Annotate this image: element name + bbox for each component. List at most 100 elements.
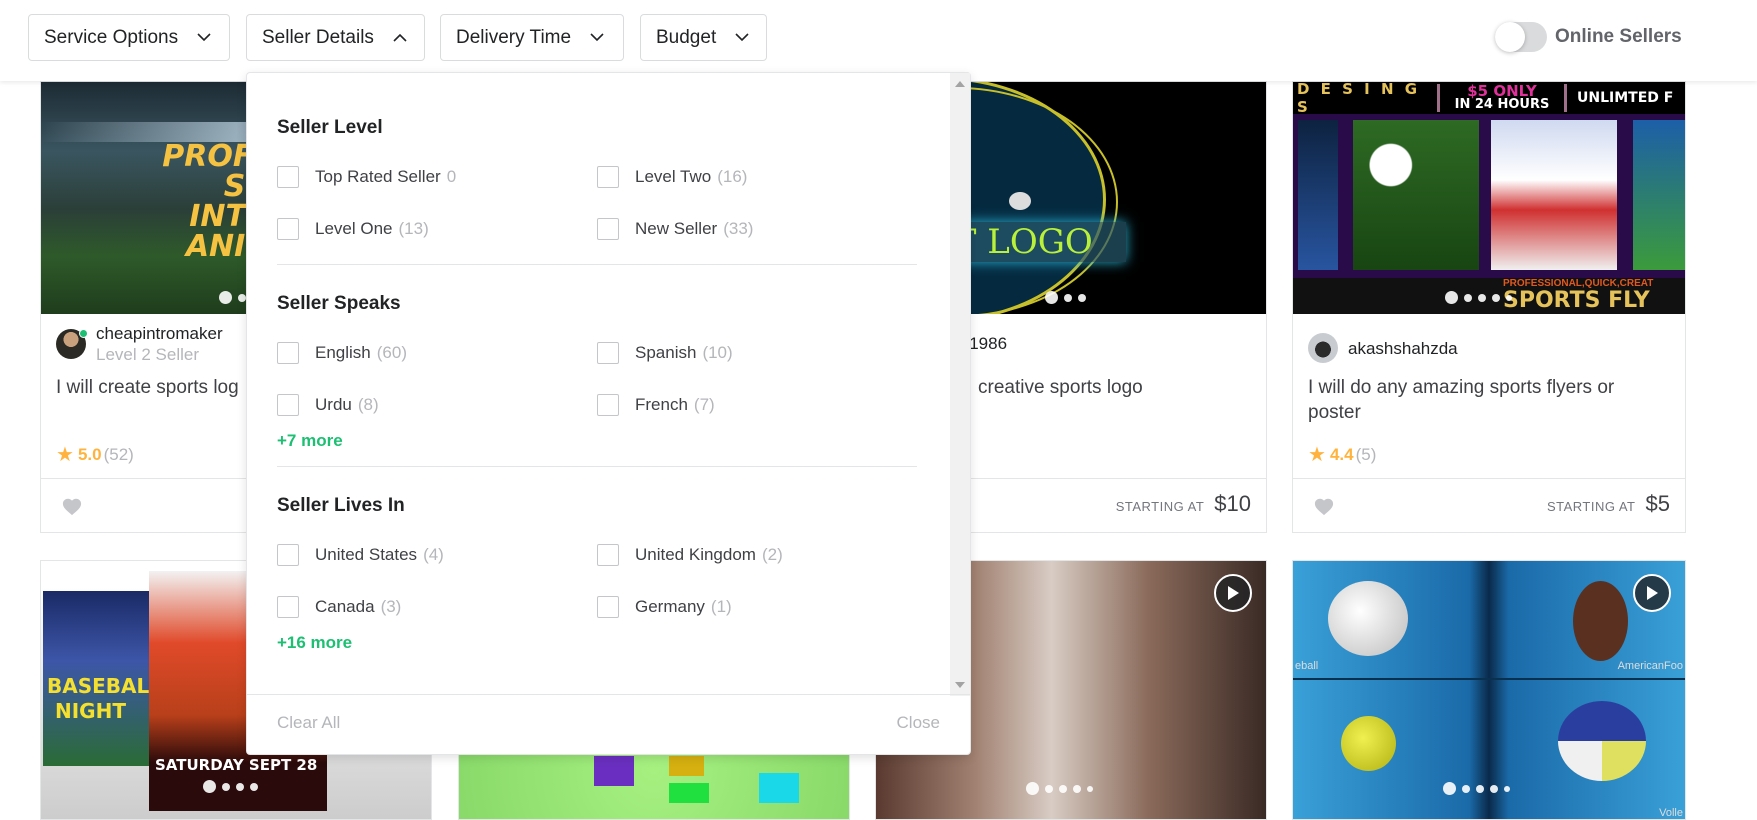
option-top-rated-seller[interactable]: Top Rated Seller 0 xyxy=(277,166,456,188)
chevron-down-icon xyxy=(589,30,605,46)
carousel-dot[interactable] xyxy=(1506,294,1512,301)
carousel-dots[interactable] xyxy=(1026,782,1093,795)
carousel-dot[interactable] xyxy=(1462,784,1470,793)
checkbox[interactable] xyxy=(597,342,619,364)
carousel-dots[interactable] xyxy=(203,780,258,793)
seller-name[interactable]: akashshahzda xyxy=(1348,338,1458,359)
option-english[interactable]: English (60) xyxy=(277,342,407,364)
carousel-dot[interactable] xyxy=(1087,785,1093,792)
gig-title[interactable]: I will do any amazing sports flyers or p… xyxy=(1308,375,1670,425)
option-urdu[interactable]: Urdu (8) xyxy=(277,394,379,416)
gig-title[interactable]: creative sports logo xyxy=(978,375,1251,400)
carousel-dot[interactable] xyxy=(1064,293,1072,302)
clear-all-button[interactable]: Clear All xyxy=(277,713,340,733)
more-languages-link[interactable]: +7 more xyxy=(277,431,343,451)
delivery-time-filter-button[interactable]: Delivery Time xyxy=(440,14,624,61)
carousel-dot[interactable] xyxy=(1045,784,1053,793)
tennis-ball xyxy=(1341,716,1396,771)
more-countries-link[interactable]: +16 more xyxy=(277,633,352,653)
carousel-dot[interactable] xyxy=(238,293,246,302)
carousel-dot[interactable] xyxy=(1476,784,1484,793)
carousel-dot[interactable] xyxy=(222,782,230,791)
thumb-text: $5 ONLY xyxy=(1467,82,1537,100)
option-united-kingdom[interactable]: United Kingdom (2) xyxy=(597,544,783,566)
carousel-dot[interactable] xyxy=(236,782,244,791)
carousel-dot[interactable] xyxy=(1059,784,1067,793)
option-count: (8) xyxy=(357,395,379,414)
price-amount: $10 xyxy=(1214,491,1251,516)
avatar[interactable] xyxy=(1308,333,1338,363)
checkbox[interactable] xyxy=(277,218,299,240)
online-sellers-toggle-group: Online Sellers xyxy=(1495,22,1682,52)
online-sellers-toggle[interactable] xyxy=(1495,22,1547,52)
carousel-dot[interactable] xyxy=(1492,293,1500,302)
gig-thumbnail[interactable]: D E S I N G S $5 ONLY IN 24 HOURS UNLIMT… xyxy=(1293,82,1685,314)
carousel-dot[interactable] xyxy=(1504,785,1510,792)
checkbox[interactable] xyxy=(597,544,619,566)
checkbox[interactable] xyxy=(597,394,619,416)
thumb-text: BASEBALL xyxy=(47,674,162,698)
close-button[interactable]: Close xyxy=(897,713,940,733)
option-level-two[interactable]: Level Two (16) xyxy=(597,166,747,188)
option-french[interactable]: French (7) xyxy=(597,394,715,416)
option-united-states[interactable]: United States (4) xyxy=(277,544,444,566)
heart-icon[interactable] xyxy=(1313,496,1335,516)
section-divider xyxy=(277,264,917,265)
carousel-dot[interactable] xyxy=(219,291,232,304)
carousel-dot[interactable] xyxy=(1045,291,1058,304)
checkbox[interactable] xyxy=(277,544,299,566)
carousel-dots[interactable] xyxy=(1443,782,1510,795)
carousel-dot[interactable] xyxy=(1445,291,1458,304)
checkbox[interactable] xyxy=(277,342,299,364)
dropdown-scroll-area[interactable]: Seller Level Top Rated Seller 0 Level Tw… xyxy=(247,73,970,696)
scroll-up-arrow-icon[interactable] xyxy=(955,81,965,87)
checkbox[interactable] xyxy=(277,394,299,416)
checkbox[interactable] xyxy=(277,166,299,188)
checkbox[interactable] xyxy=(277,596,299,618)
carousel-dots[interactable] xyxy=(1045,291,1086,304)
rating-score: 4.4 xyxy=(1329,444,1354,464)
carousel-dot[interactable] xyxy=(1443,782,1456,795)
option-label: Top Rated Seller xyxy=(315,167,441,186)
option-label: Urdu xyxy=(315,395,352,414)
hockey-flyer xyxy=(1491,120,1617,270)
carousel-dot[interactable] xyxy=(1026,782,1039,795)
checkbox[interactable] xyxy=(597,218,619,240)
option-spanish[interactable]: Spanish (10) xyxy=(597,342,733,364)
option-count: (1) xyxy=(710,597,732,616)
thumb-text: UNLIMTED F xyxy=(1577,90,1674,106)
option-germany[interactable]: Germany (1) xyxy=(597,596,732,618)
thumb-text: AmericanFoo xyxy=(1617,660,1683,672)
seller-name[interactable]: cheapintromaker xyxy=(96,323,223,344)
play-icon[interactable] xyxy=(1633,574,1671,612)
carousel-dot[interactable] xyxy=(203,780,216,793)
heart-icon[interactable] xyxy=(61,496,83,516)
seller-details-filter-button[interactable]: Seller Details xyxy=(246,14,425,61)
play-icon[interactable] xyxy=(1214,574,1252,612)
chevron-down-icon xyxy=(196,30,212,46)
carousel-dot[interactable] xyxy=(1478,293,1486,302)
option-new-seller[interactable]: New Seller (33) xyxy=(597,218,753,240)
seller-info: cheapintromaker Level 2 Seller xyxy=(56,323,223,365)
budget-filter-button[interactable]: Budget xyxy=(640,14,767,61)
carousel-dot[interactable] xyxy=(1078,293,1086,302)
scroll-down-arrow-icon[interactable] xyxy=(955,682,965,688)
dropdown-scrollbar[interactable] xyxy=(950,73,970,696)
carousel-dot[interactable] xyxy=(1464,293,1472,302)
option-canada[interactable]: Canada (3) xyxy=(277,596,401,618)
gig-card[interactable]: D E S I N G S $5 ONLY IN 24 HOURS UNLIMT… xyxy=(1292,81,1686,533)
carousel-dot[interactable] xyxy=(1073,784,1081,793)
cube xyxy=(669,783,709,803)
chevron-down-icon xyxy=(734,30,750,46)
option-label: United Kingdom xyxy=(635,545,756,564)
carousel-dot[interactable] xyxy=(250,782,258,791)
option-count: (16) xyxy=(717,167,748,186)
checkbox[interactable] xyxy=(597,596,619,618)
checkbox[interactable] xyxy=(597,166,619,188)
option-level-one[interactable]: Level One (13) xyxy=(277,218,429,240)
gig-thumbnail[interactable]: AmericanFoo eball Volle xyxy=(1293,561,1685,819)
gig-card[interactable]: AmericanFoo eball Volle xyxy=(1292,560,1686,820)
carousel-dots[interactable] xyxy=(1445,291,1512,304)
carousel-dot[interactable] xyxy=(1490,784,1498,793)
service-options-filter-button[interactable]: Service Options xyxy=(28,14,230,61)
